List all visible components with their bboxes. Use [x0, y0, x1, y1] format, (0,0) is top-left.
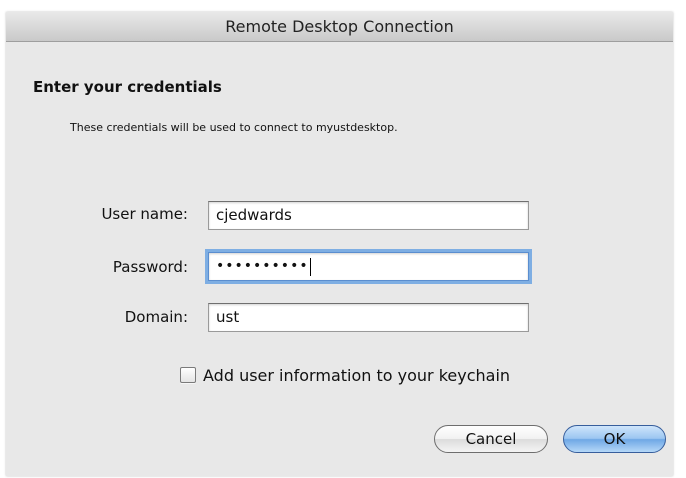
ok-button[interactable]: OK — [563, 425, 666, 453]
domain-label: Domain: — [124, 308, 188, 326]
keychain-checkbox-label[interactable]: Add user information to your keychain — [203, 366, 510, 385]
credentials-dialog: Remote Desktop Connection Enter your cre… — [6, 12, 673, 476]
domain-field[interactable]: ust — [208, 303, 529, 332]
password-label: Password: — [112, 258, 188, 276]
text-caret — [309, 257, 311, 276]
keychain-checkbox[interactable] — [180, 367, 196, 383]
window-title: Remote Desktop Connection — [6, 12, 673, 42]
username-value: cjedwards — [216, 206, 292, 224]
username-label: User name: — [101, 205, 188, 223]
cancel-button[interactable]: Cancel — [434, 425, 548, 453]
username-field[interactable]: cjedwards — [208, 201, 529, 230]
dialog-heading: Enter your credentials — [33, 78, 222, 96]
password-field[interactable]: •••••••••• — [208, 252, 529, 281]
dialog-subtext: These credentials will be used to connec… — [70, 121, 398, 134]
keychain-option[interactable]: Add user information to your keychain — [180, 364, 510, 386]
domain-value: ust — [216, 308, 240, 326]
password-value: •••••••••• — [216, 258, 309, 274]
